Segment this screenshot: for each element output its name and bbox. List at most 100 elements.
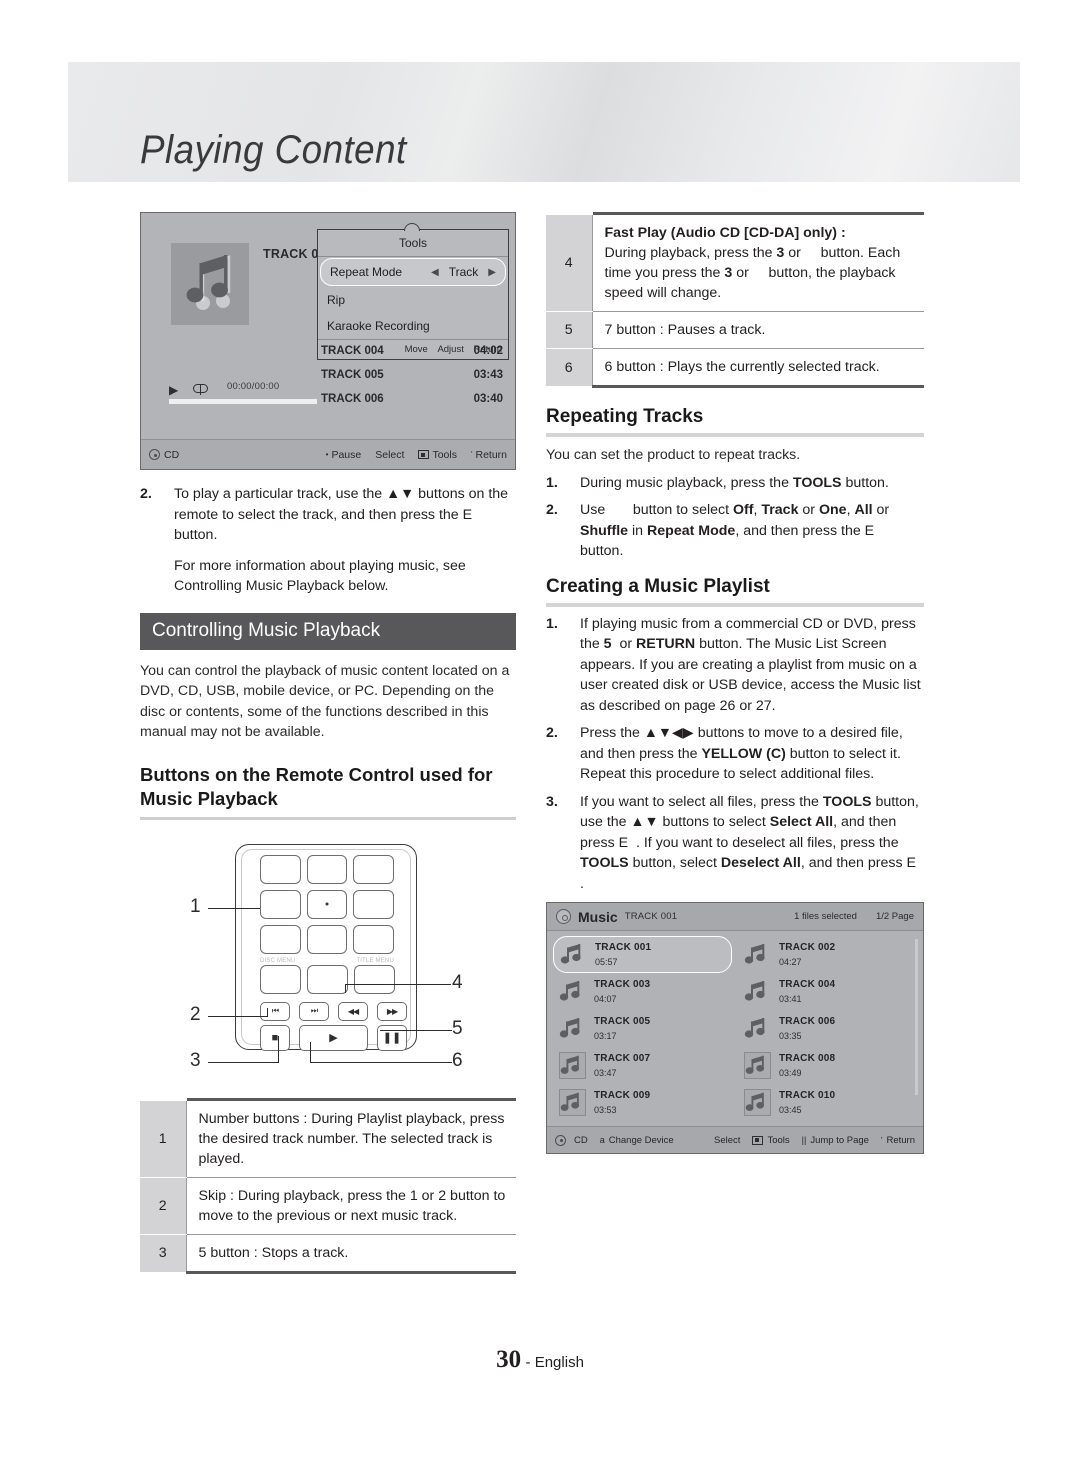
controlling-intro-text: You can control the playback of music co… (140, 662, 510, 741)
number-key[interactable] (353, 889, 395, 919)
footer-jump-to-page[interactable]: || Jump to Page (802, 1135, 869, 1146)
button-index: 6 (546, 348, 592, 387)
transport-row: ■ ▶ ❚❚ (260, 1024, 407, 1051)
footer-tools[interactable]: Tools (752, 1135, 790, 1146)
fast-forward-key[interactable]: ▶▶ (377, 1001, 407, 1021)
tools-icon (752, 1135, 764, 1145)
track-row[interactable]: TRACK 006 03:40 (321, 387, 507, 411)
callout-5: 5 (452, 1017, 463, 1039)
table-row: 3 5 button : Stops a track. (140, 1234, 516, 1274)
music-list-item-meta: TRACK 005 03:17 (594, 1016, 650, 1041)
play-icon[interactable]: ▶ (169, 383, 178, 397)
step-number: 1. (546, 474, 558, 491)
track-row[interactable]: TRACK 004 04:02 (321, 339, 507, 363)
music-list-item[interactable]: TRACK 008 03:49 (738, 1047, 917, 1084)
footer-select[interactable]: Select (714, 1135, 740, 1146)
track-name: TRACK 004 (321, 345, 384, 357)
pause-key[interactable]: ❚❚ (377, 1024, 407, 1051)
skip-previous-key[interactable]: ⏮ (260, 1001, 290, 1021)
music-list-item[interactable]: TRACK 001 05:57 (553, 936, 732, 973)
track-duration: 04:02 (473, 345, 503, 357)
title-menu-key[interactable] (354, 964, 395, 994)
track-name: TRACK 001 (595, 942, 652, 953)
tools-item-label: Karaoke Recording (327, 319, 430, 333)
page-language: - English (525, 1354, 584, 1371)
status-action-pause[interactable]: • Pause (326, 449, 362, 461)
music-note-icon (559, 1052, 586, 1079)
track-duration: 03:35 (779, 1031, 802, 1041)
tools-item-repeat-mode[interactable]: Repeat Mode ◀ Track ▶ (320, 258, 506, 286)
number-key[interactable] (306, 924, 348, 954)
number-keypad (260, 854, 395, 960)
step-text: Press the ▲▼◀▶ buttons to move to a desi… (580, 725, 903, 782)
track-duration: 03:43 (473, 369, 503, 381)
button-description: Fast Play (Audio CD [CD-DA] only) : Duri… (591, 212, 924, 312)
now-playing-track-list: TRACK 004 04:02 TRACK 005 03:43 TRACK 00… (321, 339, 507, 411)
callout-2: 2 (190, 1003, 201, 1025)
rewind-key[interactable]: ◀◀ (338, 1001, 368, 1021)
music-list-item[interactable]: TRACK 007 03:47 (553, 1047, 732, 1084)
button-description: 5 button : Stops a track. (185, 1234, 516, 1274)
music-note-icon (744, 1015, 771, 1042)
callout-line-1 (208, 907, 260, 909)
music-note-icon (186, 255, 231, 310)
footer-return[interactable]: ' Return (881, 1135, 915, 1146)
music-list-screenshot: Music TRACK 001 1 files selected 1/2 Pag… (546, 902, 924, 1154)
number-key[interactable] (353, 924, 395, 954)
zero-key[interactable] (307, 964, 348, 994)
menu-key-row (260, 964, 395, 994)
repeat-icon[interactable] (192, 383, 208, 395)
footer-source: CD (555, 1134, 588, 1146)
music-list-subtitle: TRACK 001 (624, 911, 678, 922)
number-key[interactable] (306, 854, 348, 884)
stop-key[interactable]: ■ (260, 1024, 290, 1051)
track-name: TRACK 010 (779, 1090, 836, 1101)
number-key[interactable] (260, 924, 301, 954)
progress-bar[interactable] (169, 399, 317, 404)
number-key[interactable] (260, 854, 301, 884)
step-text: If you want to select all files, press t… (580, 793, 920, 892)
music-list-item[interactable]: TRACK 003 04:07 (553, 973, 732, 1010)
tools-popup-pointer (404, 223, 420, 231)
number-key[interactable] (306, 889, 348, 919)
status-action-select[interactable]: Select (375, 449, 404, 461)
footer-change-device[interactable]: a Change Device (600, 1135, 674, 1146)
chevron-right-icon[interactable]: ▶ (488, 267, 496, 278)
number-key[interactable] (260, 889, 301, 919)
skip-next-key[interactable]: ⏭ (299, 1001, 329, 1021)
status-action-tools[interactable]: Tools (418, 449, 457, 461)
callout-line-4b (345, 983, 347, 993)
music-list-item[interactable]: TRACK 004 03:41 (738, 973, 917, 1010)
chevron-left-icon[interactable]: ◀ (431, 267, 439, 278)
track-name: TRACK 006 (321, 393, 384, 405)
disc-menu-key[interactable] (260, 964, 301, 994)
track-name: TRACK 008 (779, 1053, 836, 1064)
track-row[interactable]: TRACK 005 03:43 (321, 363, 507, 387)
music-list-item[interactable]: TRACK 005 03:17 (553, 1010, 732, 1047)
number-key[interactable] (353, 854, 395, 884)
music-list-item[interactable]: TRACK 010 03:45 (738, 1084, 917, 1121)
table-row: 6 6 button : Plays the currently selecte… (546, 348, 924, 388)
callout-line-4 (345, 983, 451, 985)
music-list-item[interactable]: TRACK 009 03:53 (553, 1084, 732, 1121)
callout-4: 4 (452, 971, 463, 993)
music-list-item[interactable]: TRACK 002 04:27 (738, 936, 917, 973)
music-note-icon (744, 941, 771, 968)
list-item: 3. If you want to select all files, pres… (546, 792, 924, 895)
play-track-steps: 2. To play a particular track, use the ▲… (140, 484, 516, 597)
list-item: 2. To play a particular track, use the ▲… (140, 484, 516, 546)
music-list-item-meta: TRACK 007 03:47 (594, 1053, 650, 1078)
music-note-icon (744, 1052, 771, 1079)
menu-key-labels: DISC MENU TITLE MENU (260, 958, 394, 964)
table-row: 1 Number buttons : During Playlist playb… (140, 1097, 516, 1178)
tools-item-rip[interactable]: Rip (318, 287, 508, 313)
tools-item-karaoke-recording[interactable]: Karaoke Recording (318, 313, 508, 339)
track-name: TRACK 003 (594, 979, 651, 990)
scrollbar[interactable] (915, 939, 918, 1095)
button-index: 4 (546, 212, 592, 312)
title-menu-label: TITLE MENU (356, 957, 394, 964)
callout-line-2b (267, 1007, 269, 1017)
status-action-return[interactable]: ' Return (471, 449, 507, 461)
music-list-item[interactable]: TRACK 006 03:35 (738, 1010, 917, 1047)
music-note-icon (559, 978, 586, 1005)
